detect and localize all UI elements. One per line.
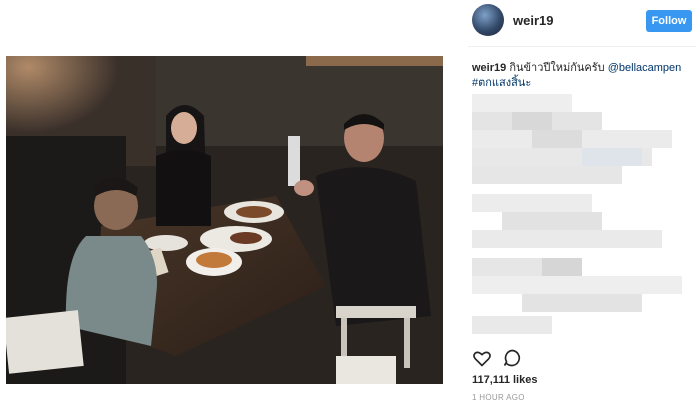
caption-hashtag[interactable]: #ตกแสงสิ้นะ (472, 77, 531, 89)
post-sidebar: weir19 Follow weir19 กินข้าวปีใหม่กันครั… (468, 0, 696, 402)
caption: weir19 กินข้าวปีใหม่กันครับ @bellacampen… (472, 61, 692, 91)
avatar[interactable] (472, 4, 504, 36)
caption-mention[interactable]: @bellacampen (608, 62, 682, 74)
comment-icon[interactable] (502, 348, 522, 368)
header-divider (468, 46, 696, 47)
follow-button[interactable]: Follow (646, 10, 692, 32)
post-photo-image (6, 56, 443, 384)
post-username[interactable]: weir19 (513, 13, 553, 28)
post-photo[interactable] (6, 56, 443, 384)
pixelated-comments (472, 94, 690, 344)
caption-username[interactable]: weir19 (472, 62, 506, 74)
likes-count[interactable]: 117,111 likes (472, 374, 537, 386)
post-timestamp[interactable]: 1 HOUR AGO (472, 393, 525, 402)
heart-icon[interactable] (472, 348, 492, 368)
caption-text: กินข้าวปีใหม่กันครับ (509, 62, 605, 74)
